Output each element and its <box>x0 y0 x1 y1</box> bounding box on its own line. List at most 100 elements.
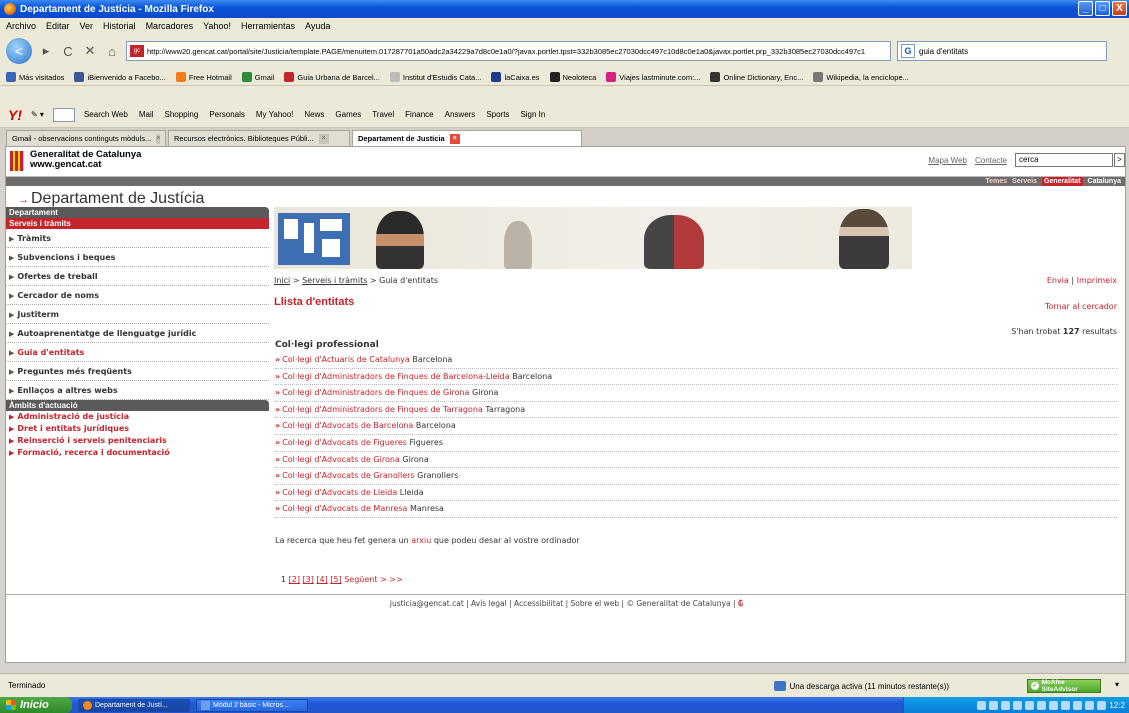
ambit-item[interactable]: ▶ Reinserció i serveis penitenciaris <box>6 435 269 447</box>
next-page-link[interactable]: Següent > <box>344 575 387 584</box>
sidebar-item[interactable]: ▶ Autoaprenentatge de llenguatge jurídic <box>6 324 269 343</box>
tab-close-icon[interactable]: × <box>156 133 161 144</box>
tray-icon[interactable] <box>1061 700 1071 710</box>
bookmark-item[interactable]: Neoloteca <box>549 72 596 82</box>
bookmark-item[interactable]: iBienvenido a Facebo... <box>74 72 166 82</box>
yahoo-toolbar-item[interactable]: Shopping <box>165 110 199 119</box>
entity-link[interactable]: Col·legi d'Advocats de Manresa <box>282 504 407 513</box>
tray-icon[interactable] <box>1037 700 1047 710</box>
generalitat-logo[interactable] <box>10 151 24 171</box>
back-button[interactable]: < <box>6 38 32 64</box>
taskbar-button[interactable]: Mòdul 2 bàsic - Micros... <box>196 698 308 712</box>
bookmark-item[interactable]: Free Hotmail <box>175 72 232 82</box>
yahoo-toolbar-item[interactable]: Personals <box>209 110 245 119</box>
menu-ver[interactable]: Ver <box>80 21 94 31</box>
tab-close-icon[interactable]: × <box>318 133 329 144</box>
download-file-link[interactable]: arxiu <box>411 536 431 545</box>
menu-archivo[interactable]: Archivo <box>6 21 36 31</box>
back-to-search-link[interactable]: Tornar al cercador <box>1045 302 1117 311</box>
menu-marcadores[interactable]: Marcadores <box>146 21 194 31</box>
tray-icon[interactable] <box>989 700 999 710</box>
yahoo-toolbar-item[interactable]: Mail <box>139 110 154 119</box>
bookmark-item[interactable]: Guia Urbana de Barcel... <box>284 72 380 82</box>
sidebar-heading-departament[interactable]: Departament <box>6 207 269 218</box>
tray-icon[interactable] <box>1013 700 1023 710</box>
bookmark-item[interactable]: Viajes lastminute.com:... <box>606 72 700 82</box>
yahoo-toolbar-item[interactable]: Finance <box>405 110 433 119</box>
yahoo-toolbar-item[interactable]: Sign In <box>520 110 545 119</box>
mcafee-dropdown-icon[interactable]: ▾ <box>1115 680 1119 689</box>
sidebar-item[interactable]: ▶ Preguntes més freqüents <box>6 362 269 381</box>
yahoo-toolbar-item[interactable]: Answers <box>445 110 476 119</box>
entity-link[interactable]: Col·legi d'Administradors de Finques de … <box>282 388 469 397</box>
google-icon[interactable]: G <box>901 44 915 58</box>
url-bar[interactable]: gc http://www20.gencat.cat/portal/site/J… <box>126 41 891 61</box>
page-link[interactable]: [3] <box>303 575 314 584</box>
close-button[interactable]: X <box>1112 1 1127 16</box>
bookmark-item[interactable]: laCaixa.es <box>491 72 540 82</box>
tab-close-icon[interactable]: × <box>449 133 460 144</box>
breadcrumb-home[interactable]: Inici <box>274 276 290 285</box>
contact-link[interactable]: Contacte <box>975 156 1007 165</box>
site-search-input[interactable]: cerca <box>1015 153 1113 167</box>
site-map-link[interactable]: Mapa Web <box>928 156 967 165</box>
send-link[interactable]: Envia <box>1047 276 1069 285</box>
tray-icon[interactable] <box>1025 700 1035 710</box>
ambit-item[interactable]: ▶ Formació, recerca i documentació <box>6 447 269 459</box>
taskbar-button[interactable]: Departament de Justí... <box>78 698 190 712</box>
entity-link[interactable]: Col·legi d'Advocats de Girona <box>282 455 400 464</box>
ambit-item[interactable]: ▶ Administració de justícia <box>6 411 269 423</box>
entity-link[interactable]: Col·legi d'Actuaris de Catalunya <box>282 355 410 364</box>
ambit-item[interactable]: ▶ Dret i entitats jurídiques <box>6 423 269 435</box>
sidebar-item[interactable]: ▶ Enllaços a altres webs <box>6 381 269 400</box>
tray-icon[interactable] <box>1049 700 1059 710</box>
tray-icon[interactable] <box>1001 700 1011 710</box>
bookmark-item[interactable]: Gmail <box>241 72 274 82</box>
category-generalitat[interactable]: Generalitat <box>1041 177 1083 186</box>
maximize-button[interactable]: □ <box>1095 1 1110 16</box>
mcafee-siteadvisor-button[interactable]: ✓ McAfee SiteAdvisor <box>1027 679 1101 693</box>
menu-yahoo[interactable]: Yahoo! <box>203 21 231 31</box>
tray-icon[interactable] <box>1097 700 1107 710</box>
sidebar-heading-serveis[interactable]: Serveis i tràmits <box>6 218 269 229</box>
tray-icon[interactable] <box>1073 700 1083 710</box>
sidebar-heading-ambits[interactable]: Àmbits d'actuació <box>6 400 269 411</box>
forward-button[interactable]: ▸ <box>38 43 54 59</box>
yahoo-toolbar-item[interactable]: Travel <box>372 110 394 119</box>
page-link[interactable]: [5] <box>330 575 341 584</box>
org-name[interactable]: Generalitat de Catalunya www.gencat.cat <box>30 150 141 170</box>
page-link[interactable]: [2] <box>289 575 300 584</box>
yahoo-toolbar-item[interactable]: My Yahoo! <box>256 110 294 119</box>
bookmark-item[interactable]: Wikipedia, la enciclope... <box>813 72 909 82</box>
print-link[interactable]: Imprimeix <box>1077 276 1117 285</box>
entity-link[interactable]: Col·legi d'Advocats de Lleida <box>282 488 397 497</box>
sidebar-item[interactable]: ▶ Cercador de noms <box>6 286 269 305</box>
bookmark-item[interactable]: Online Dictionary, Enc... <box>710 72 803 82</box>
menu-herramientas[interactable]: Herramientas <box>241 21 295 31</box>
download-status[interactable]: Una descarga activa (11 minutos restante… <box>773 681 949 691</box>
start-button[interactable]: Inicio <box>0 697 72 713</box>
site-search-button[interactable]: > <box>1114 153 1125 167</box>
search-bar[interactable]: G guia d'entitats <box>897 41 1107 61</box>
entity-link[interactable]: Col·legi d'Advocats de Figueres <box>282 438 407 447</box>
category-catalunya[interactable]: Catalunya <box>1088 177 1121 186</box>
clock[interactable]: 12:2 <box>1109 701 1125 710</box>
home-button[interactable]: ⌂ <box>104 44 120 59</box>
sidebar-item[interactable]: ▶ Subvencions i beques <box>6 248 269 267</box>
menu-editar[interactable]: Editar <box>46 21 70 31</box>
sidebar-item[interactable]: ▶ Justiterm <box>6 305 269 324</box>
bookmark-item[interactable]: Institut d'Estudis Cata... <box>389 72 481 82</box>
menu-ayuda[interactable]: Ayuda <box>305 21 330 31</box>
entity-link[interactable]: Col·legi d'Advocats de Barcelona <box>282 421 413 430</box>
dept-title[interactable]: → Departament de Justícia <box>18 190 204 208</box>
window-titlebar[interactable]: Departament de Justícia - Mozilla Firefo… <box>0 0 1129 18</box>
entity-link[interactable]: Col·legi d'Advocats de Granollers <box>282 471 414 480</box>
breadcrumb-serveis[interactable]: Serveis i tràmits <box>302 276 367 285</box>
last-page-link[interactable]: >> <box>389 575 402 584</box>
yahoo-logo[interactable]: Y! <box>8 107 22 123</box>
yahoo-toolbar-item[interactable]: Sports <box>486 110 509 119</box>
yahoo-toolbar-item[interactable]: Search Web <box>84 110 128 119</box>
stop-button[interactable]: ✕ <box>82 43 98 59</box>
browser-tab[interactable]: Recursos electrònics. Biblioteques Públi… <box>168 130 350 146</box>
yahoo-toolbar-item[interactable]: News <box>304 110 324 119</box>
